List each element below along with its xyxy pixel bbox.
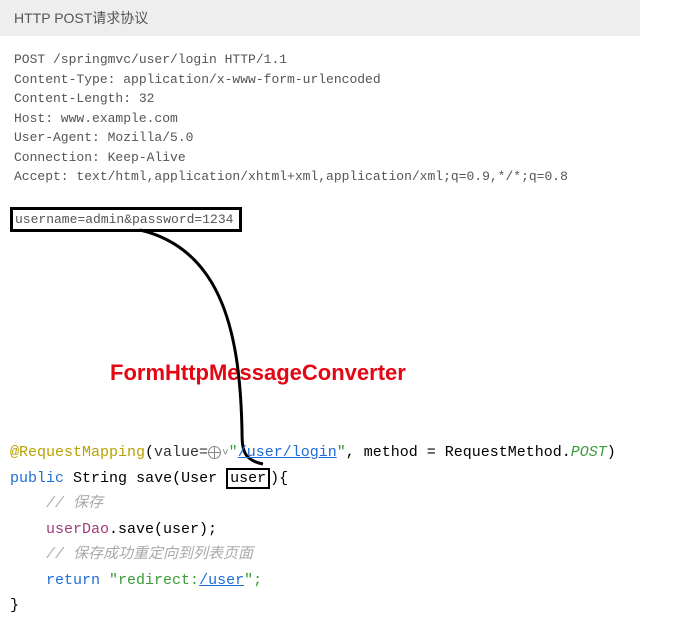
return-keyword: return xyxy=(46,572,100,589)
dao-field: userDao xyxy=(46,521,109,538)
param-name-box: user xyxy=(226,468,270,489)
url-quote-open: " xyxy=(229,444,238,461)
section-header: HTTP POST请求协议 xyxy=(0,0,640,36)
comment-redirect: // 保存成功重定向到列表页面 xyxy=(46,546,253,563)
method-separator: , method = RequestMethod. xyxy=(346,444,571,461)
public-keyword: public xyxy=(10,470,64,487)
http-header: Content-Length: 32 xyxy=(14,89,678,109)
value-key: value= xyxy=(154,444,208,461)
close-paren: ) xyxy=(607,444,616,461)
http-header: Host: www.example.com xyxy=(14,109,678,129)
http-body: username=admin&password=1234 xyxy=(15,212,233,227)
mapping-url: /user/login xyxy=(238,444,337,461)
http-header: Content-Type: application/x-www-form-url… xyxy=(14,70,678,90)
header-title: HTTP POST请求协议 xyxy=(14,10,148,26)
http-method-enum: POST xyxy=(571,444,607,461)
return-suffix: "; xyxy=(244,572,262,589)
http-request-line: POST /springmvc/user/login HTTP/1.1 xyxy=(14,50,678,70)
method-open-brace: ){ xyxy=(270,470,288,487)
url-quote-close: " xyxy=(337,444,346,461)
globe-icon xyxy=(208,446,221,459)
http-header: User-Agent: Mozilla/5.0 xyxy=(14,128,678,148)
close-brace: } xyxy=(10,597,19,614)
return-type: String xyxy=(73,470,127,487)
method-name: save xyxy=(136,470,172,487)
java-code-block: @RequestMapping(value=˅"/user/login", me… xyxy=(10,440,616,619)
converter-label: FormHttpMessageConverter xyxy=(110,360,406,386)
return-link: /user xyxy=(199,572,244,589)
http-header: Accept: text/html,application/xhtml+xml,… xyxy=(14,167,678,187)
save-call: .save(user); xyxy=(109,521,217,538)
return-prefix: "redirect: xyxy=(109,572,199,589)
http-request-block: POST /springmvc/user/login HTTP/1.1 Cont… xyxy=(0,44,692,193)
annotation: @RequestMapping xyxy=(10,444,145,461)
http-header: Connection: Keep-Alive xyxy=(14,148,678,168)
param-type: User xyxy=(181,470,217,487)
chevron-down-icon: ˅ xyxy=(222,448,229,460)
comment-save: // 保存 xyxy=(46,495,103,512)
http-body-box: username=admin&password=1234 xyxy=(10,207,242,232)
